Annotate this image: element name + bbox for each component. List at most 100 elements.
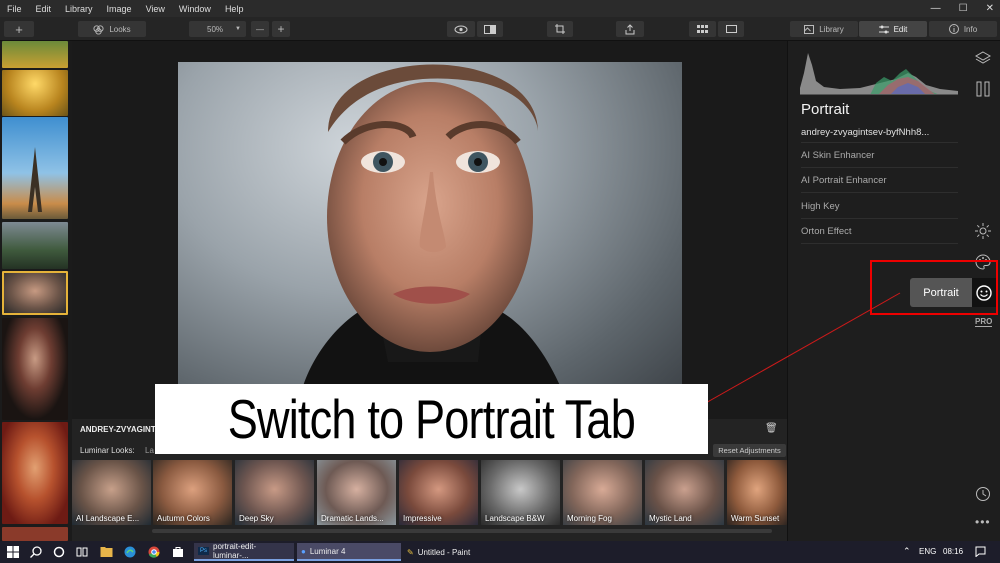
thumbnail[interactable] (2, 117, 68, 219)
clock[interactable]: 08:16 (943, 547, 963, 556)
pro-icon[interactable]: PRO (975, 317, 993, 327)
menu-window[interactable]: Window (172, 4, 218, 14)
single-view-button[interactable] (718, 21, 744, 37)
reset-adjustments-button[interactable]: Reset Adjustments (713, 444, 786, 457)
trash-icon[interactable]: 🗑 (765, 423, 778, 434)
look-thumbnail[interactable]: Landscape B&W (481, 460, 560, 525)
look-thumbnail[interactable]: Autumn Colors (153, 460, 232, 525)
menu-image[interactable]: Image (100, 4, 139, 14)
menu-bar: File Edit Library Image View Window Help (0, 0, 1000, 17)
look-label: Warm Sunset (731, 514, 780, 523)
minimize-button[interactable]: — (931, 3, 941, 14)
portrait-tooltip: Portrait (910, 278, 972, 307)
share-icon (625, 23, 635, 34)
tab-info-label: Info (963, 24, 978, 34)
thumbnail[interactable] (2, 422, 68, 524)
looks-label: Looks (109, 24, 131, 34)
canvas-icon[interactable] (976, 81, 990, 97)
menu-library[interactable]: Library (58, 4, 100, 14)
looks-category-select[interactable]: La (145, 446, 154, 455)
looks-title: Luminar Looks: (80, 446, 135, 455)
tab-edit[interactable]: Edit (859, 21, 927, 37)
taskbar-paint[interactable]: ✎ Untitled - Paint (403, 543, 503, 561)
portrait-photo[interactable] (178, 62, 682, 405)
histogram (800, 43, 958, 95)
search-icon[interactable] (30, 546, 42, 558)
notification-icon[interactable] (975, 546, 986, 557)
history-icon[interactable] (975, 486, 991, 502)
eye-icon (454, 25, 468, 33)
zoom-out-button[interactable]: — (251, 21, 269, 37)
look-thumbnail[interactable]: AI Landscape E... (72, 460, 151, 525)
looks-button[interactable]: Looks (78, 21, 146, 37)
preview-button[interactable] (447, 21, 475, 37)
sun-icon[interactable] (975, 223, 991, 239)
edge-icon[interactable] (124, 546, 136, 558)
tab-info[interactable]: Info (929, 21, 997, 37)
single-image-icon (725, 25, 737, 33)
look-thumbnail[interactable]: Deep Sky (235, 460, 314, 525)
thumbnail[interactable] (2, 222, 68, 269)
maximize-button[interactable]: ☐ (959, 3, 968, 14)
chrome-icon[interactable] (148, 546, 160, 558)
crop-button[interactable] (547, 21, 573, 37)
chevron-down-icon: ▼ (235, 26, 241, 32)
tool-high-key[interactable]: High Key (801, 194, 958, 219)
menu-help[interactable]: Help (218, 4, 251, 14)
tab-library[interactable]: Library (790, 21, 858, 37)
export-button[interactable] (616, 21, 644, 37)
file-explorer-icon[interactable] (100, 546, 113, 558)
tool-ai-portrait-enhancer[interactable]: AI Portrait Enhancer (801, 168, 958, 193)
sliders-icon (878, 25, 889, 33)
looks-strip: AI Landscape E... Autumn Colors Deep Sky… (72, 460, 787, 525)
look-label: Dramatic Lands... (321, 514, 384, 523)
task-label: Luminar 4 (309, 546, 346, 556)
tool-orton-effect[interactable]: Orton Effect (801, 219, 958, 244)
looks-scrollbar[interactable] (152, 529, 772, 533)
chevron-up-icon[interactable]: ⌃ (903, 546, 911, 557)
look-thumbnail[interactable]: Mystic Land (645, 460, 724, 525)
thumbnail[interactable] (2, 527, 68, 541)
add-images-button[interactable]: + (4, 21, 34, 37)
smiley-face-icon (976, 284, 992, 301)
thumbnail[interactable] (2, 41, 68, 68)
look-thumbnail[interactable]: Warm Sunset (727, 460, 787, 525)
callout-text: Switch to Portrait Tab (227, 388, 636, 450)
language-indicator[interactable]: ENG (919, 547, 936, 556)
cortana-icon[interactable] (53, 546, 65, 558)
looks-icon (93, 24, 104, 35)
close-button[interactable]: ✕ (986, 3, 994, 14)
taskbar-photoshop[interactable]: Ps portrait-edit-luminar-... (194, 542, 294, 561)
photoshop-icon: Ps (198, 547, 210, 555)
layers-icon[interactable] (975, 50, 991, 66)
look-thumbnail[interactable]: Morning Fog (563, 460, 642, 525)
look-label: Morning Fog (567, 514, 612, 523)
compare-button[interactable] (477, 21, 503, 37)
grid-icon (697, 25, 708, 33)
taskbar-luminar[interactable]: ● Luminar 4 (297, 543, 401, 561)
section-title: Portrait (801, 101, 850, 118)
windows-start-icon[interactable] (7, 546, 19, 558)
tool-ai-skin-enhancer[interactable]: AI Skin Enhancer (801, 143, 958, 168)
thumbnail-selected[interactable] (2, 271, 68, 315)
menu-view[interactable]: View (139, 4, 172, 14)
callout-banner: Switch to Portrait Tab (155, 384, 708, 454)
look-label: Impressive (403, 514, 442, 523)
menu-file[interactable]: File (0, 4, 29, 14)
window-controls: — ☐ ✕ (931, 0, 994, 17)
thumbnail[interactable] (2, 318, 68, 420)
grid-view-button[interactable] (689, 21, 716, 37)
look-thumbnail[interactable]: Impressive (399, 460, 478, 525)
look-thumbnail[interactable]: Dramatic Lands... (317, 460, 396, 525)
zoom-select[interactable]: 50% ▼ (189, 21, 246, 37)
zoom-in-button[interactable]: + (272, 21, 290, 37)
thumbnail[interactable] (2, 70, 68, 116)
portrait-category-button[interactable] (972, 278, 996, 307)
library-icon (804, 24, 815, 34)
menu-edit[interactable]: Edit (29, 4, 59, 14)
store-icon[interactable] (172, 546, 184, 558)
task-view-icon[interactable] (76, 546, 88, 558)
image-canvas[interactable] (72, 41, 787, 419)
look-label: Landscape B&W (485, 514, 545, 523)
more-icon[interactable]: ••• (975, 515, 991, 529)
